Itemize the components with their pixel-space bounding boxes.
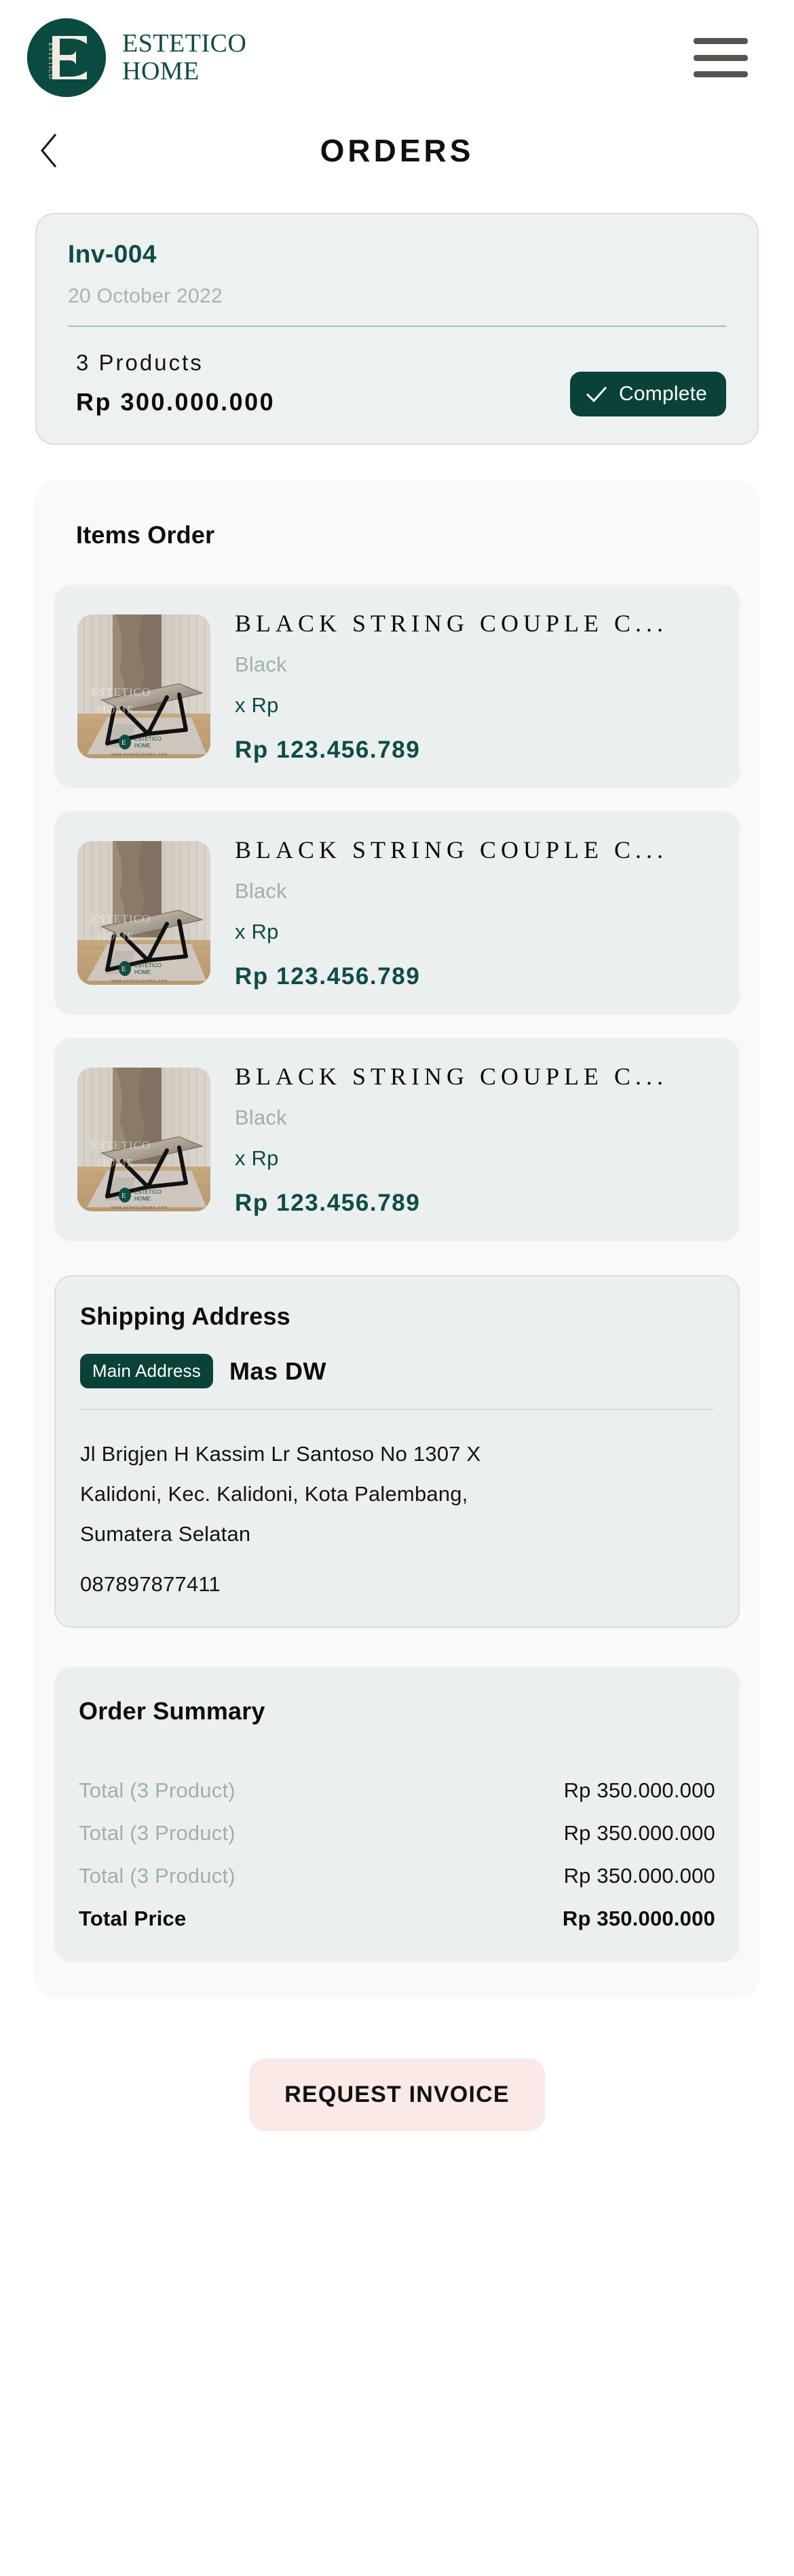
marble-coffee-table-photo-icon: ESTETICO HOME E ESTETICO HOME www.esteti… — [77, 1068, 210, 1211]
list-item[interactable]: ESTETICO HOME E ESTETICO HOME www.esteti… — [54, 811, 740, 1015]
order-summary-heading: Order Summary — [79, 1696, 265, 1725]
page-header: ORDERS — [0, 121, 794, 180]
svg-text:E: E — [121, 965, 126, 973]
svg-text:E: E — [121, 1192, 126, 1200]
svg-text:E: E — [121, 739, 126, 747]
svg-text:HOME: HOME — [98, 1156, 134, 1169]
summary-row: Total (3 Product) Rp 350.000.000 — [79, 1821, 715, 1864]
product-quantity: x Rp — [235, 1146, 279, 1170]
svg-text:ESTETICO: ESTETICO — [134, 1189, 162, 1195]
list-item-info: BLACK STRING COUPLE C... Black x Rp Rp 1… — [235, 609, 717, 764]
svg-text:ESTETICO: ESTETICO — [48, 43, 54, 80]
summary-row: Total (3 Product) Rp 350.000.000 — [79, 1864, 715, 1907]
list-item[interactable]: ESTETICO HOME E ESTETICO HOME www.esteti… — [54, 585, 740, 788]
summary-total-row: Total Price Rp 350.000.000 — [79, 1907, 715, 1935]
address-line-3: Sumatera Selatan — [80, 1521, 251, 1546]
recipient-name: Mas DW — [229, 1357, 326, 1385]
order-detail-sheet: Items Order ESTETICO HOME E ESTETICO HOM… — [34, 480, 760, 1999]
shipping-divider — [80, 1409, 714, 1410]
items-order-list: ESTETICO HOME E ESTETICO HOME www.esteti… — [54, 585, 740, 1241]
product-quantity: x Rp — [235, 693, 279, 717]
list-item[interactable]: ESTETICO HOME E ESTETICO HOME www.esteti… — [54, 1038, 740, 1241]
address-line-2: Kalidoni, Kec. Kalidoni, Kota Palembang, — [80, 1481, 468, 1506]
invoice-product-count: 3 Products — [76, 350, 204, 375]
order-summary-rows: Total (3 Product) Rp 350.000.000 Total (… — [79, 1778, 715, 1935]
recipient-row: Main Address Mas DW — [80, 1354, 714, 1388]
footer-actions: REQUEST INVOICE — [0, 1999, 794, 2131]
invoice-id: Inv-004 — [68, 240, 157, 268]
brand-logo[interactable]: ESTETICO ESTETICO HOME — [27, 18, 246, 97]
summary-value: Rp 350.000.000 — [563, 1863, 715, 1888]
summary-row: Total (3 Product) Rp 350.000.000 — [79, 1778, 715, 1821]
svg-text:ESTETICO: ESTETICO — [134, 962, 162, 969]
product-quantity: x Rp — [235, 920, 279, 943]
invoice-total-amount: Rp 300.000.000 — [76, 388, 276, 416]
invoice-totals: 3 Products Rp 300.000.000 — [68, 350, 275, 416]
marble-coffee-table-photo-icon: ESTETICO HOME E ESTETICO HOME www.esteti… — [77, 841, 210, 985]
request-invoice-button[interactable]: REQUEST INVOICE — [249, 2058, 545, 2131]
product-variant: Black — [235, 652, 287, 676]
brand-line-1: ESTETICO — [122, 28, 247, 58]
svg-text:www.esteticohome.com: www.esteticohome.com — [111, 979, 168, 983]
status-badge-complete[interactable]: Complete — [570, 372, 726, 416]
address-line-1: Jl Brigjen H Kassim Lr Santoso No 1307 X — [80, 1442, 481, 1466]
check-icon — [586, 386, 607, 403]
svg-text:ESTETICO: ESTETICO — [91, 1139, 151, 1152]
invoice-date: 20 October 2022 — [68, 285, 223, 307]
svg-text:ESTETICO: ESTETICO — [91, 686, 151, 699]
product-name: BLACK STRING COUPLE C... — [235, 610, 668, 637]
shipping-address-card: Shipping Address Main Address Mas DW Jl … — [54, 1275, 740, 1628]
svg-text:HOME: HOME — [134, 743, 151, 749]
recipient-phone: 087897877411 — [80, 1572, 221, 1596]
hamburger-bar-1 — [694, 38, 748, 44]
svg-text:www.esteticohome.com: www.esteticohome.com — [111, 753, 168, 757]
summary-label: Total (3 Product) — [79, 1778, 235, 1802]
summary-value: Rp 350.000.000 — [563, 1820, 715, 1845]
estetico-e-monogram-icon: ESTETICO — [27, 18, 106, 97]
invoice-divider — [68, 326, 726, 327]
product-price: Rp 123.456.789 — [235, 1190, 421, 1216]
address-lines: Jl Brigjen H Kassim Lr Santoso No 1307 X… — [80, 1435, 714, 1555]
svg-text:HOME: HOME — [98, 930, 134, 943]
product-name: BLACK STRING COUPLE C... — [235, 1063, 668, 1090]
product-variant: Black — [235, 879, 287, 903]
svg-text:HOME: HOME — [98, 703, 134, 716]
hamburger-menu-icon[interactable] — [694, 38, 748, 77]
invoice-footer-row: 3 Products Rp 300.000.000 Complete — [68, 350, 726, 416]
hamburger-bar-3 — [694, 71, 748, 77]
items-order-heading: Items Order — [76, 521, 215, 549]
product-price: Rp 123.456.789 — [235, 963, 421, 990]
list-item-info: BLACK STRING COUPLE C... Black x Rp Rp 1… — [235, 1062, 717, 1217]
summary-value: Rp 350.000.000 — [563, 1778, 715, 1802]
product-name: BLACK STRING COUPLE C... — [235, 836, 668, 863]
chevron-left-icon — [41, 134, 57, 168]
marble-coffee-table-photo-icon: ESTETICO HOME E ESTETICO HOME www.esteti… — [77, 614, 210, 758]
shipping-address-heading: Shipping Address — [80, 1302, 290, 1330]
svg-text:HOME: HOME — [134, 1196, 151, 1202]
list-item-info: BLACK STRING COUPLE C... Black x Rp Rp 1… — [235, 836, 717, 990]
order-summary-card: Order Summary Total (3 Product) Rp 350.0… — [54, 1666, 740, 1962]
summary-total-value: Rp 350.000.000 — [562, 1906, 715, 1930]
main-address-badge: Main Address — [80, 1354, 213, 1388]
brand-name: ESTETICO HOME — [122, 28, 247, 85]
svg-text:www.esteticohome.com: www.esteticohome.com — [111, 1206, 168, 1210]
product-variant: Black — [235, 1106, 287, 1129]
back-button[interactable] — [33, 131, 67, 170]
product-price: Rp 123.456.789 — [235, 737, 421, 763]
svg-text:ESTETICO: ESTETICO — [134, 736, 162, 742]
status-badge-label: Complete — [619, 383, 707, 405]
summary-label: Total (3 Product) — [79, 1820, 235, 1845]
hamburger-bar-2 — [694, 54, 748, 61]
summary-total-label: Total Price — [79, 1906, 187, 1930]
svg-text:ESTETICO: ESTETICO — [91, 912, 151, 925]
invoice-summary-card[interactable]: Inv-004 20 October 2022 3 Products Rp 30… — [35, 213, 759, 445]
svg-text:HOME: HOME — [134, 969, 151, 975]
app-header: ESTETICO ESTETICO HOME — [0, 0, 794, 115]
summary-label: Total (3 Product) — [79, 1863, 235, 1888]
brand-line-2: HOME — [122, 57, 200, 85]
page-title: ORDERS — [320, 133, 474, 168]
